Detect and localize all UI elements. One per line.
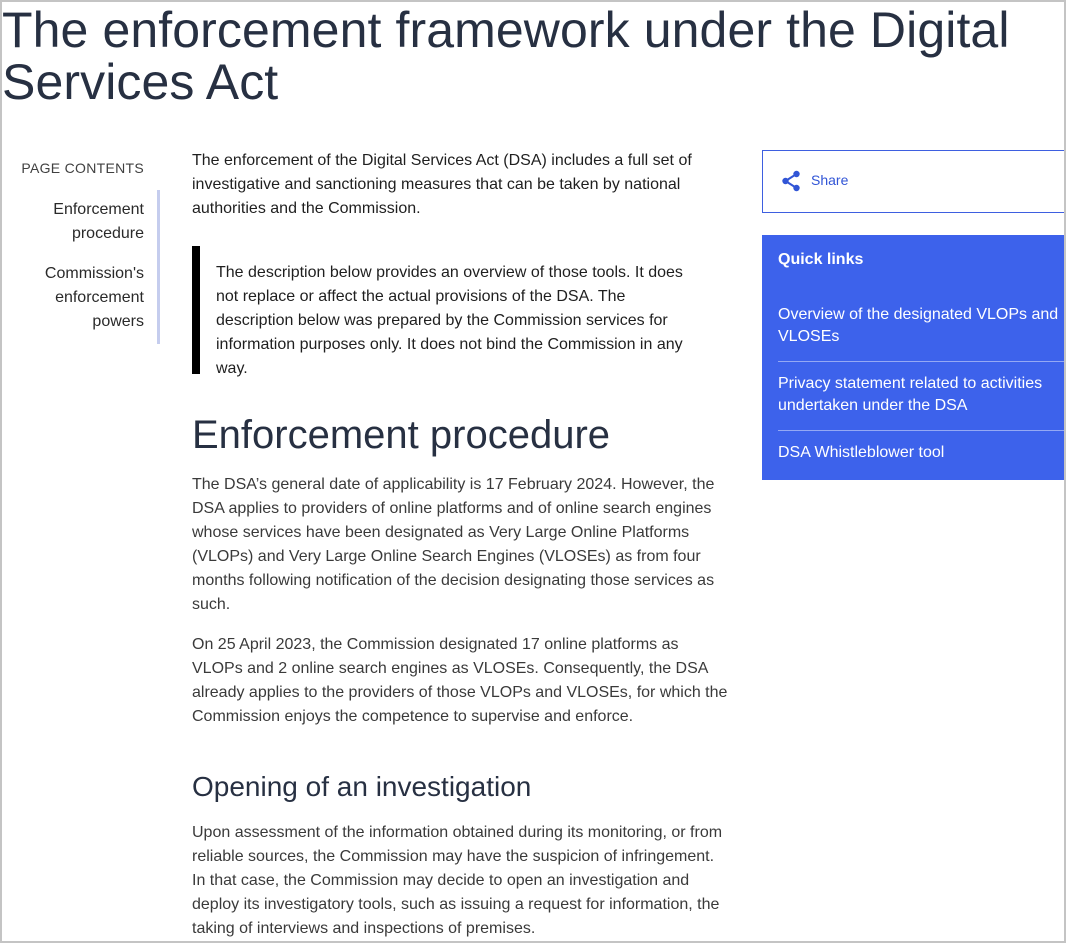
quick-link-whistleblower-tool[interactable]: DSA Whistleblower tool <box>778 442 1064 464</box>
toc-item-enforcement-procedure[interactable]: Enforcement procedure <box>4 198 144 246</box>
share-icon <box>782 170 800 192</box>
page-contents-list: Enforcement procedure Commission's enfor… <box>2 190 160 344</box>
quick-links-panel: Quick links Overview of the designated V… <box>762 235 1064 480</box>
section-heading-enforcement-procedure: Enforcement procedure <box>192 413 611 457</box>
quick-links-heading: Quick links <box>778 251 864 268</box>
paragraph-designation: On 25 April 2023, the Commission designa… <box>192 636 728 725</box>
share-label: Share <box>811 172 849 188</box>
intro-paragraph: The enforcement of the Digital Services … <box>192 152 692 217</box>
quick-links-divider <box>778 430 1064 431</box>
quick-links-divider <box>778 361 1064 362</box>
subsection-heading-opening-investigation: Opening of an investigation <box>192 771 532 802</box>
paragraph-investigation: Upon assessment of the information obtai… <box>192 824 723 937</box>
quick-link-designated-vlops[interactable]: Overview of the designated VLOPs and VLO… <box>778 304 1064 348</box>
toc-item-commission-enforcement-powers[interactable]: Commission's enforcement powers <box>4 262 144 334</box>
share-button[interactable]: Share <box>762 150 1064 213</box>
disclaimer-text: The description below provides an overvi… <box>216 264 683 377</box>
disclaimer-blockquote: The description below provides an overvi… <box>192 246 712 377</box>
quick-link-privacy-statement[interactable]: Privacy statement related to activities … <box>778 373 1064 417</box>
page-frame: The enforcement framework under the Digi… <box>0 0 1066 943</box>
page-title: The enforcement framework under the Digi… <box>2 2 1010 110</box>
page-contents-heading: PAGE CONTENTS <box>21 160 144 176</box>
paragraph-applicability: The DSA’s general date of applicability … <box>192 476 715 613</box>
